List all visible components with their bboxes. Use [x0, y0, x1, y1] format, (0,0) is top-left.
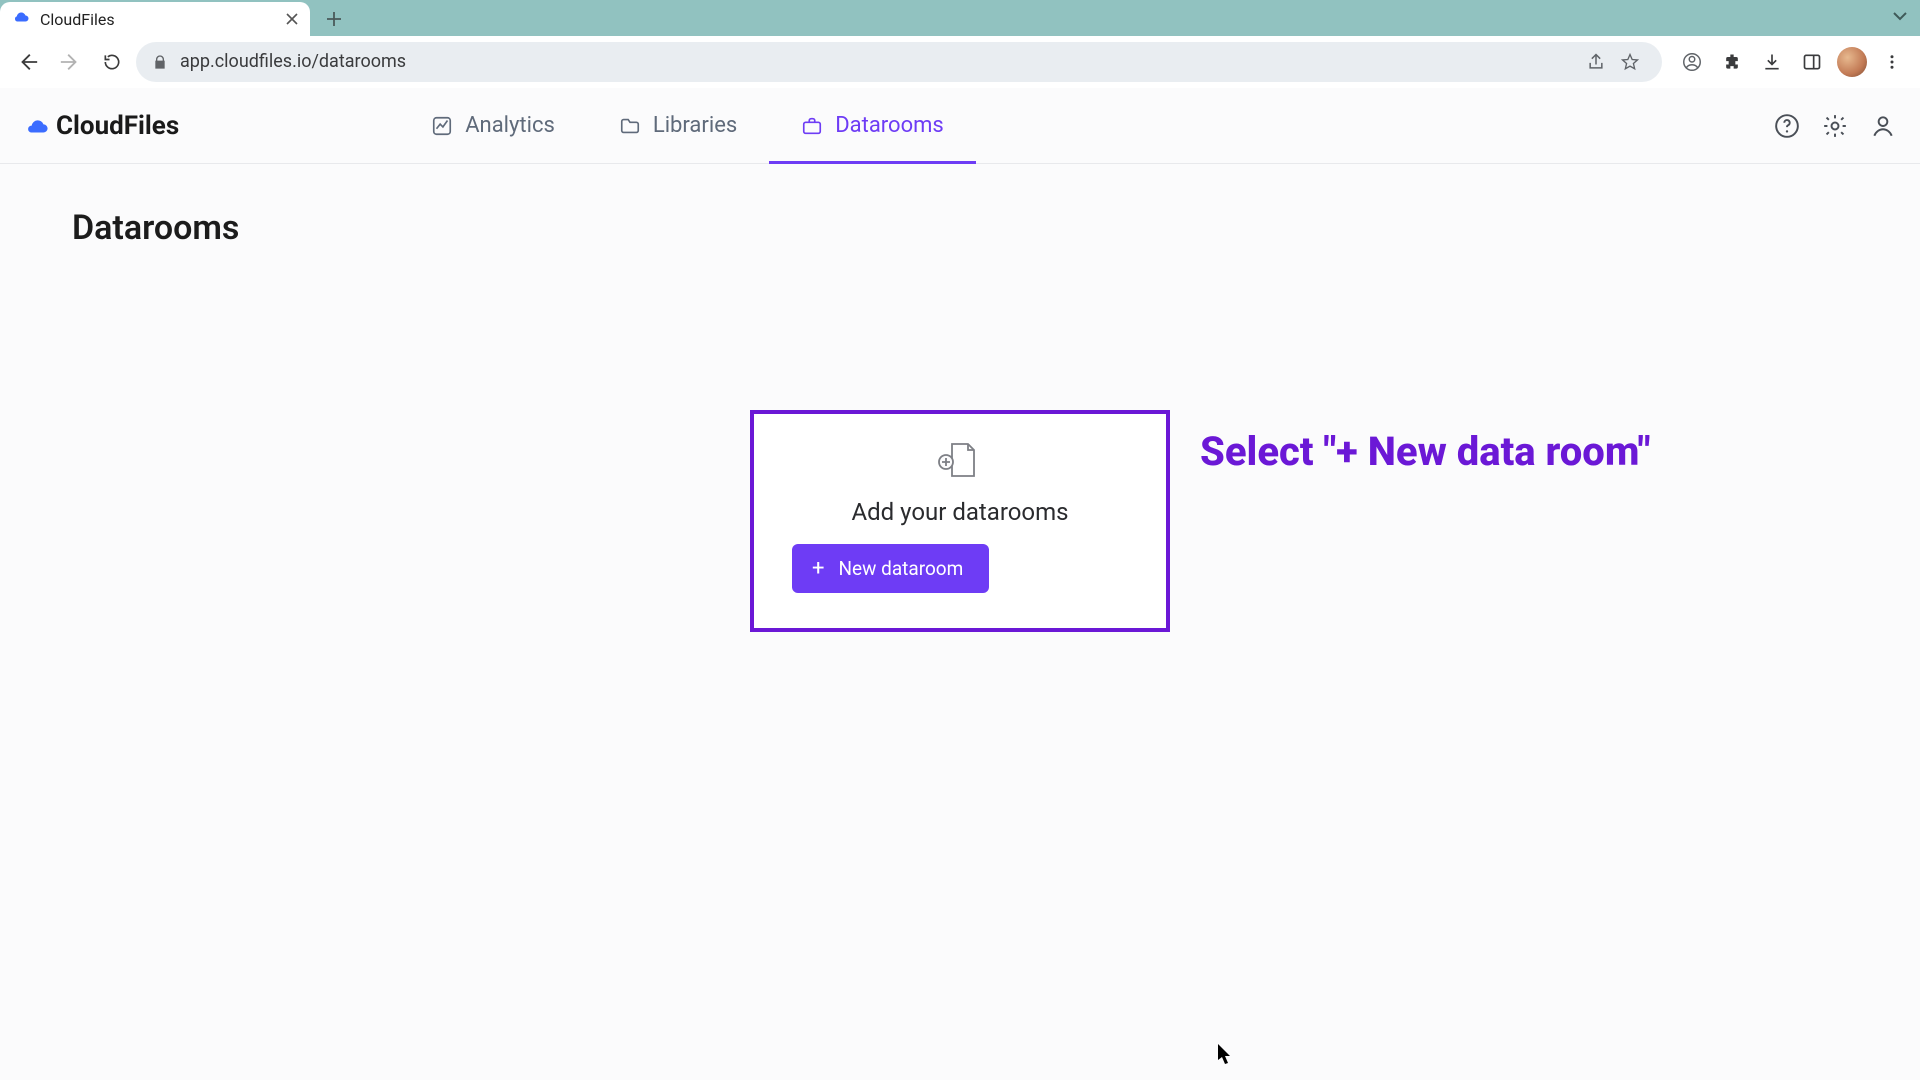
- browser-toolbar: app.cloudfiles.io/datarooms: [0, 36, 1920, 88]
- add-document-icon: [936, 440, 980, 480]
- back-button[interactable]: [10, 44, 46, 80]
- star-icon[interactable]: [1614, 46, 1646, 78]
- empty-state-heading: Add your datarooms: [790, 498, 1130, 526]
- new-tab-button[interactable]: [320, 5, 348, 33]
- forward-button[interactable]: [52, 44, 88, 80]
- analytics-icon: [431, 115, 453, 137]
- app-logo[interactable]: CloudFiles: [24, 111, 179, 141]
- cloud-favicon-icon: [12, 10, 30, 28]
- nav-analytics-label: Analytics: [465, 113, 555, 138]
- page-content: Datarooms Add your datarooms + New datar…: [0, 164, 1920, 1080]
- address-bar[interactable]: app.cloudfiles.io/datarooms: [136, 42, 1662, 82]
- reload-button[interactable]: [94, 44, 130, 80]
- page-title: Datarooms: [72, 208, 1848, 248]
- share-icon[interactable]: [1580, 46, 1612, 78]
- cursor-icon: [1218, 1044, 1234, 1064]
- lock-icon: [152, 54, 168, 70]
- browser-toolbar-icons: [1674, 44, 1910, 80]
- nav-libraries[interactable]: Libraries: [607, 88, 749, 163]
- plus-icon: +: [812, 558, 824, 580]
- side-panel-icon[interactable]: [1794, 44, 1830, 80]
- extensions-icon[interactable]: [1714, 44, 1750, 80]
- briefcase-icon: [801, 115, 823, 137]
- help-icon[interactable]: [1774, 113, 1800, 139]
- app-root: CloudFiles Analytics Libraries: [0, 88, 1920, 1080]
- nav-actions: [1774, 113, 1896, 139]
- user-icon[interactable]: [1870, 113, 1896, 139]
- folder-icon: [619, 115, 641, 137]
- app-navbar: CloudFiles Analytics Libraries: [0, 88, 1920, 164]
- nav-links: Analytics Libraries Datarooms: [419, 88, 956, 163]
- empty-state-card: Add your datarooms + New dataroom: [750, 410, 1170, 632]
- browser-tab[interactable]: CloudFiles: [0, 2, 310, 36]
- browser-tab-title: CloudFiles: [40, 10, 276, 29]
- close-tab-icon[interactable]: [286, 13, 298, 25]
- settings-icon[interactable]: [1822, 113, 1848, 139]
- nav-datarooms[interactable]: Datarooms: [789, 88, 956, 163]
- sync-profile-icon[interactable]: [1674, 44, 1710, 80]
- user-avatar[interactable]: [1834, 44, 1870, 80]
- address-actions: [1580, 46, 1646, 78]
- chevron-down-icon[interactable]: [1892, 8, 1908, 24]
- kebab-menu-icon[interactable]: [1874, 44, 1910, 80]
- cloud-logo-icon: [24, 117, 50, 135]
- browser-tabstrip: CloudFiles: [0, 0, 1920, 36]
- nav-datarooms-label: Datarooms: [835, 113, 944, 138]
- downloads-icon[interactable]: [1754, 44, 1790, 80]
- address-url: app.cloudfiles.io/datarooms: [180, 51, 1568, 72]
- new-dataroom-button[interactable]: + New dataroom: [792, 544, 989, 593]
- nav-libraries-label: Libraries: [653, 113, 737, 138]
- tutorial-annotation: Select "+ New data room": [1200, 428, 1650, 475]
- nav-analytics[interactable]: Analytics: [419, 88, 567, 163]
- new-dataroom-button-label: New dataroom: [838, 557, 963, 580]
- app-brand-text: CloudFiles: [56, 111, 179, 141]
